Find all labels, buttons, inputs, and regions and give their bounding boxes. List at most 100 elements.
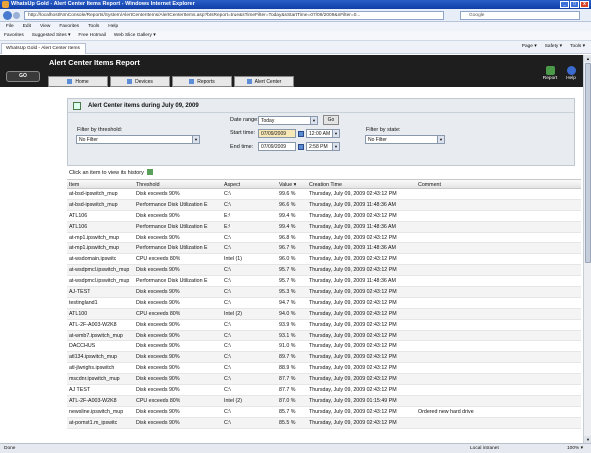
- state-select[interactable]: No Filter ▼: [365, 135, 445, 144]
- zoom-control[interactable]: 100% ▾: [567, 444, 583, 453]
- table-cell: atl-jlwrighs.ipswitch: [69, 365, 115, 372]
- table-cell: 93.1 %: [279, 332, 296, 339]
- forward-arrow-icon[interactable]: [13, 12, 20, 19]
- table-cell: newsline.ipswitch_mup: [69, 408, 124, 415]
- scroll-thumb[interactable]: [585, 63, 591, 263]
- help-button[interactable]: Help: [561, 66, 581, 81]
- table-row[interactable]: at-mp1.ipswitch_mup Performance Disk Util…: [67, 243, 581, 255]
- table-cell: Thursday, July 09, 2009 02:43:12 PM: [309, 321, 397, 328]
- calendar-icon[interactable]: [298, 131, 304, 137]
- table-row[interactable]: newsline.ipswitch_mup Disk exceeds 90% C:\…: [67, 407, 581, 418]
- table-row[interactable]: ATL106 Disk exceeds 90% E:\ 99.4 % Thursday,…: [67, 211, 581, 222]
- favorites-item-0[interactable]: Favorites: [4, 31, 24, 40]
- favorites-item-2[interactable]: Free Hotmail: [78, 31, 105, 40]
- threshold-label: Filter by threshold:: [77, 127, 123, 133]
- table-cell: 85.5 %: [279, 419, 296, 426]
- menu-item-5[interactable]: Help: [108, 22, 118, 31]
- table-row[interactable]: ATL-2F-A003-W2K8 CPU exceeds 80% Intel (2)…: [67, 395, 581, 407]
- table-cell: atl134.ipswitch_mup: [69, 354, 117, 361]
- table-cell: E:\: [224, 212, 231, 219]
- table-cell: Disk exceeds 90%: [136, 419, 180, 426]
- table-row[interactable]: ATL-2F-A003-W2K8 Disk exceeds 90% C:\ 93.9 …: [67, 320, 581, 331]
- refresh-icon[interactable]: [146, 169, 153, 175]
- start-date-input[interactable]: 07/09/2009: [258, 129, 296, 138]
- table-row[interactable]: at-wmb7.ipswitch_mup Disk exceeds 90% C:\ 9…: [67, 330, 581, 342]
- table-cell: Intel (1): [224, 256, 242, 263]
- calendar-icon[interactable]: [298, 144, 304, 150]
- table-cell: ATL106: [69, 212, 88, 219]
- table-cell: Disk exceeds 90%: [136, 343, 180, 350]
- table-row[interactable]: DACCHUS Disk exceeds 90% C:\ 91.0 % Thursday…: [67, 341, 581, 353]
- nav-home[interactable]: Home: [48, 76, 108, 87]
- table-row[interactable]: ATL106 Performance Disk Utilization E E:\ 9…: [67, 221, 581, 233]
- table-cell: 85.7 %: [279, 408, 296, 415]
- menu-item-1[interactable]: Edit: [23, 22, 31, 31]
- back-arrow-icon[interactable]: [3, 11, 12, 20]
- table-row[interactable]: at-wsdomain.ipswitc CPU exceeds 80% Intel …: [67, 254, 581, 266]
- vertical-scrollbar[interactable]: ▲ ▼: [583, 55, 591, 443]
- table-cell: at-wsdpmcl.ipswitch_mup: [69, 267, 130, 274]
- report-page-icon: [73, 102, 81, 110]
- menu-item-2[interactable]: View: [40, 22, 50, 31]
- table-cell: 99.6 %: [279, 191, 296, 197]
- table-row[interactable]: mscdnr.ipswitch_mup Disk exceeds 90% C:\ 87…: [67, 374, 581, 386]
- table-cell: Thursday, July 09, 2009 02:43:12 PM: [309, 376, 397, 383]
- table-cell: at-wsdpmcl.ipswitch_mup: [69, 278, 130, 285]
- nav-alert-center[interactable]: Alert Center: [234, 76, 294, 87]
- table-row[interactable]: at-pomst1.m_ipswitc Disk exceeds 90% C:\ 85…: [67, 417, 581, 429]
- address-input[interactable]: http://localhost/NmConsole/Reports/Syste…: [24, 11, 444, 20]
- toolbar-item-1[interactable]: Safety ▾: [545, 44, 562, 49]
- favorites-item-3[interactable]: Web Slice Gallery ▾: [114, 31, 156, 40]
- menu-item-4[interactable]: Tools: [88, 22, 99, 31]
- end-time-select[interactable]: 2:58 PM ▼: [306, 142, 340, 151]
- threshold-select[interactable]: No Filter ▼: [76, 135, 200, 144]
- table-row[interactable]: atl-jlwrighs.ipswitch Disk exceeds 90% C:\…: [67, 363, 581, 375]
- table-row[interactable]: at-bsd-ipswitch_mup Performance Disk Util…: [67, 199, 581, 211]
- table-cell: ATL106: [69, 223, 88, 230]
- end-date-input[interactable]: 07/09/2009: [258, 142, 296, 151]
- table-row[interactable]: atl134.ipswitch_mup Disk exceeds 90% C:\ 89…: [67, 352, 581, 364]
- close-button[interactable]: x: [580, 1, 589, 8]
- start-time-select[interactable]: 12:00 AM ▼: [306, 129, 340, 138]
- table-row[interactable]: testingland1 Disk exceeds 90% C:\ 94.7 % Thu…: [67, 298, 581, 309]
- table-row[interactable]: at-bsd-ipswitch_mup Disk exceeds 90% C:\ 99…: [67, 189, 581, 200]
- scroll-down-icon[interactable]: ▼: [584, 436, 591, 443]
- table-cell: E:\: [224, 223, 231, 230]
- table-row[interactable]: ATL100 CPU exceeds 80% Intel (2) 94.0 % Thur…: [67, 308, 581, 320]
- zone-text: Local intranet: [470, 446, 499, 451]
- table-header: Item Threshold Aspect Value ▾ Creation Time C…: [67, 179, 581, 189]
- date-range-select[interactable]: Today ▼: [258, 116, 318, 125]
- table-cell: at-bsd-ipswitch_mup: [69, 201, 118, 208]
- menu-item-3[interactable]: Favorites: [59, 22, 79, 31]
- end-time-label: End time:: [230, 144, 254, 150]
- table-cell: Thursday, July 09, 2009 11:48:36 AM: [309, 201, 396, 208]
- browser-tab[interactable]: WhatsUp Gold - Alert Center Items Report: [1, 43, 86, 61]
- toolbar-item-2[interactable]: Tools ▾: [570, 44, 585, 49]
- minimize-button[interactable]: _: [560, 1, 569, 8]
- scroll-up-icon[interactable]: ▲: [584, 55, 591, 62]
- table-row[interactable]: AJ TEST Disk exceeds 90% C:\ 87.7 % Thursday…: [67, 385, 581, 396]
- report-button[interactable]: Report: [540, 66, 560, 81]
- table-cell: Disk exceeds 90%: [136, 408, 180, 415]
- table-cell: DACCHUS: [69, 343, 96, 350]
- table-row[interactable]: AJ-TEST Disk exceeds 90% C:\ 95.3 % Thursday…: [67, 287, 581, 298]
- table-cell: Thursday, July 09, 2009 02:43:12 PM: [309, 267, 397, 274]
- chevron-down-icon: ▼: [192, 136, 199, 143]
- go-button[interactable]: GO: [6, 71, 40, 82]
- nav-reports[interactable]: Reports: [172, 76, 232, 87]
- table-cell: 94.7 %: [279, 299, 296, 306]
- table-row[interactable]: at-mp1.ipswitch_mup Disk exceeds 90% C:\ 96…: [67, 233, 581, 244]
- nav-devices[interactable]: Devices: [110, 76, 170, 87]
- table-cell: AJ-TEST: [69, 289, 91, 296]
- toolbar-item-0[interactable]: Page ▾: [522, 44, 537, 49]
- favorites-item-1[interactable]: Suggested Sites ▾: [32, 31, 71, 40]
- table-row[interactable]: at-wsdpmcl.ipswitch_mup Performance Disk …: [67, 276, 581, 288]
- window-title: WhatsUp Gold - Alert Center Items Report…: [11, 1, 195, 7]
- table-row[interactable]: at-wsdpmcl.ipswitch_mup Disk exceeds 90% C…: [67, 265, 581, 277]
- search-input[interactable]: Google: [460, 11, 580, 20]
- maximize-button[interactable]: □: [570, 1, 579, 8]
- menu-item-0[interactable]: File: [6, 22, 14, 31]
- table-cell: 99.4 %: [279, 212, 296, 219]
- go-filter-button[interactable]: Go: [323, 115, 339, 125]
- table-cell: AJ TEST: [69, 387, 91, 394]
